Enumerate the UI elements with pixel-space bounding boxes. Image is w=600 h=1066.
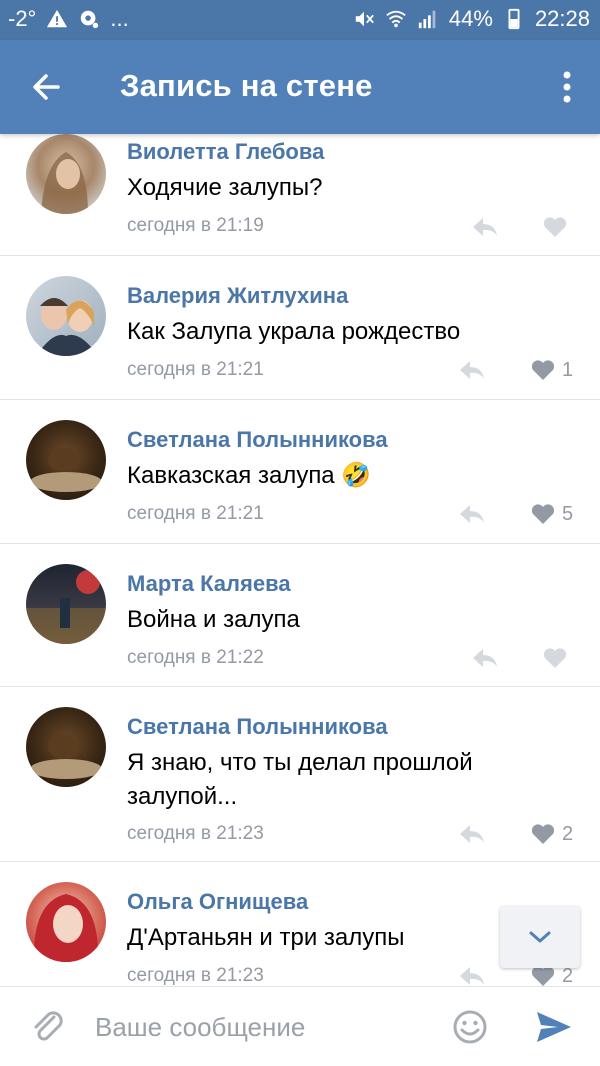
app-bar: Запись на стене xyxy=(0,40,600,134)
like-count: 2 xyxy=(562,822,574,845)
paperclip-icon[interactable] xyxy=(30,1007,66,1047)
comment-text: Я знаю, что ты делал прошлой залупой... xyxy=(127,749,473,810)
comment-item: Светлана Полынникова Кавказская залупа 🤣… xyxy=(0,400,600,544)
avatar[interactable] xyxy=(26,276,106,356)
comment-time: сегодня в 21:19 xyxy=(127,215,264,236)
comment-item: Валерия Житлухина Как Залупа украла рожд… xyxy=(0,256,600,400)
comment-text: Ходячие залупы? xyxy=(127,174,323,201)
comment-author[interactable]: Виолетта Глебова xyxy=(127,139,324,165)
comment-text: Д'Артаньян и три залупы xyxy=(127,924,405,951)
avatar-photo xyxy=(36,298,98,356)
heart-icon xyxy=(543,648,567,668)
page-title: Запись на стене xyxy=(120,68,373,103)
more-notifications: ... xyxy=(110,6,129,31)
comment-text: Кавказская залупа 🤣 xyxy=(127,462,372,489)
avatar[interactable] xyxy=(26,134,106,214)
mute-icon xyxy=(355,11,374,27)
comment-time: сегодня в 21:22 xyxy=(127,647,264,668)
comment-author[interactable]: Ольга Огнищева xyxy=(127,889,308,915)
avatar-photo xyxy=(41,152,88,214)
reply-icon[interactable] xyxy=(458,964,486,986)
send-icon[interactable] xyxy=(534,1009,574,1045)
comment-time: сегодня в 21:21 xyxy=(127,503,264,524)
comment-time: сегодня в 21:23 xyxy=(127,965,264,986)
comment-author[interactable]: Светлана Полынникова xyxy=(127,427,388,453)
smiley-icon[interactable] xyxy=(452,1009,488,1045)
comment-author[interactable]: Марта Каляева xyxy=(127,571,291,597)
like-button[interactable] xyxy=(542,215,574,239)
warning-icon xyxy=(47,9,68,28)
notification-icon xyxy=(81,10,99,29)
like-count: 1 xyxy=(562,358,574,381)
reply-icon[interactable] xyxy=(458,358,486,382)
comment-item: Светлана Полынникова Я знаю, что ты дела… xyxy=(0,687,600,862)
like-button[interactable] xyxy=(542,646,574,670)
like-count: 5 xyxy=(562,502,574,525)
comment-text: Как Залупа украла рождество xyxy=(127,318,461,345)
like-button[interactable]: 1 xyxy=(530,358,573,382)
like-button[interactable]: 5 xyxy=(530,502,573,526)
temperature: -2° xyxy=(8,6,37,31)
wifi-icon xyxy=(386,10,406,28)
avatar[interactable] xyxy=(26,882,106,962)
reply-icon[interactable] xyxy=(471,215,499,239)
comment-author[interactable]: Светлана Полынникова xyxy=(127,714,388,740)
scroll-down-button[interactable] xyxy=(500,906,580,968)
comment-text: Война и залупа xyxy=(127,606,300,633)
avatar-photo xyxy=(33,894,99,962)
battery-icon xyxy=(508,8,520,30)
heart-icon xyxy=(531,504,555,524)
heart-icon xyxy=(543,217,567,237)
status-bar: -2° ... 44% 22:28 xyxy=(0,0,600,40)
comments-list[interactable]: Виолетта Глебова Ходячие залупы? сегодня… xyxy=(0,134,600,986)
clock: 22:28 xyxy=(534,6,590,31)
avatar[interactable] xyxy=(26,564,106,644)
heart-icon xyxy=(531,360,555,380)
avatar-photo xyxy=(30,735,102,779)
comment-time: сегодня в 21:21 xyxy=(127,359,264,380)
comment-time: сегодня в 21:23 xyxy=(127,823,264,844)
comment-author[interactable]: Валерия Житлухина xyxy=(127,283,348,309)
heart-icon xyxy=(531,824,555,844)
avatar[interactable] xyxy=(26,707,106,787)
more-vertical-icon[interactable] xyxy=(552,64,582,110)
avatar-photo xyxy=(26,570,106,644)
reply-icon[interactable] xyxy=(471,646,499,670)
reply-icon[interactable] xyxy=(458,822,486,846)
comment-item: Марта Каляева Война и залупа сегодня в 2… xyxy=(0,544,600,687)
like-button[interactable]: 2 xyxy=(530,822,573,846)
avatar-photo xyxy=(30,448,102,492)
avatar[interactable] xyxy=(26,420,106,500)
battery-level: 44% xyxy=(448,6,493,31)
message-input[interactable] xyxy=(95,1009,435,1045)
back-arrow-icon[interactable] xyxy=(22,64,72,110)
chevron-down-icon xyxy=(529,931,551,943)
signal-icon xyxy=(418,10,436,29)
comment-item: Виолетта Глебова Ходячие залупы? сегодня… xyxy=(0,134,600,256)
reply-icon[interactable] xyxy=(458,502,486,526)
message-composer xyxy=(0,986,600,1066)
